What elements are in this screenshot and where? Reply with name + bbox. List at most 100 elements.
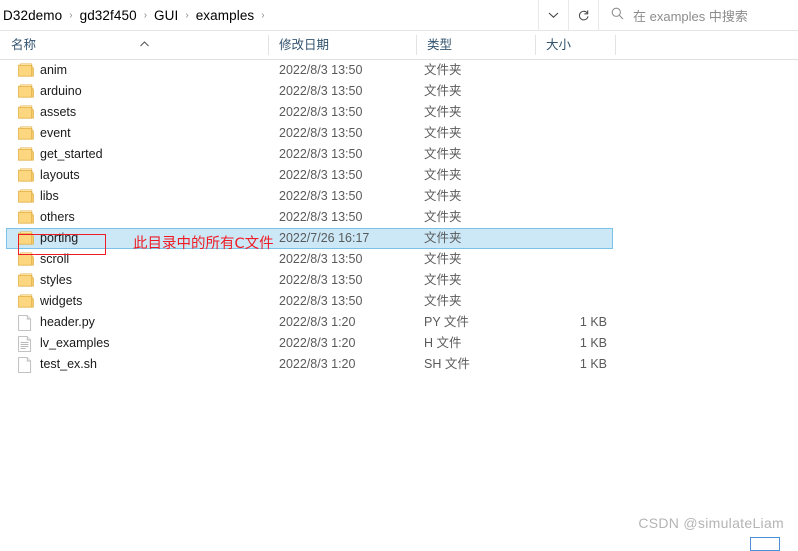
file-date-modified: 2022/8/3 13:50	[279, 210, 363, 224]
file-date-modified: 2022/8/3 1:20	[279, 357, 356, 371]
file-date-modified: 2022/8/3 1:20	[279, 336, 356, 350]
file-name[interactable]: event	[18, 123, 71, 144]
file-size	[545, 186, 607, 207]
file-size	[545, 81, 607, 102]
breadcrumb-item-1[interactable]: gd32f450	[77, 6, 140, 25]
file-name[interactable]: scroll	[18, 249, 69, 270]
file-list[interactable]: anim 2022/8/3 13:50 文件夹 arduino 2022/8/3 13:…	[0, 60, 798, 400]
column-header-type[interactable]: 类型	[416, 31, 535, 59]
file-name[interactable]: lv_examples	[18, 333, 109, 354]
file-name[interactable]: porting	[18, 228, 78, 249]
file-name[interactable]: widgets	[18, 291, 82, 312]
file-name[interactable]: layouts	[18, 165, 80, 186]
file-name[interactable]: libs	[18, 186, 59, 207]
file-row[interactable]: assets 2022/8/3 13:50 文件夹	[0, 102, 798, 123]
file-row[interactable]: header.py 2022/8/3 1:20 PY 文件 1 KB	[0, 312, 798, 333]
breadcrumb-item-0[interactable]: D32demo	[0, 6, 65, 25]
file-size: 1 KB	[579, 315, 607, 329]
breadcrumb-separator-icon: ›	[143, 10, 148, 21]
file-date-modified: 2022/8/3 13:50	[279, 252, 363, 266]
file-row[interactable]: scroll 2022/8/3 13:50 文件夹	[0, 249, 798, 270]
file-type: H 文件	[424, 336, 462, 350]
file-type: 文件夹	[424, 252, 462, 266]
file-row[interactable]: anim 2022/8/3 13:50 文件夹	[0, 60, 798, 81]
refresh-icon	[577, 9, 590, 22]
file-size: 1 KB	[579, 357, 607, 371]
file-date-modified: 2022/8/3 13:50	[279, 294, 363, 308]
breadcrumb-separator-icon: ›	[185, 10, 189, 21]
refresh-button[interactable]	[569, 0, 599, 30]
sort-ascending-icon	[140, 36, 149, 47]
breadcrumb-item-3[interactable]: examples	[193, 6, 258, 25]
file-size	[545, 102, 607, 123]
file-type: 文件夹	[424, 63, 462, 77]
file-name[interactable]: test_ex.sh	[18, 354, 97, 375]
file-type: 文件夹	[424, 105, 462, 119]
file-type: 文件夹	[424, 273, 462, 287]
file-row[interactable]: test_ex.sh 2022/8/3 1:20 SH 文件 1 KB	[0, 354, 798, 375]
file-row[interactable]: styles 2022/8/3 13:50 文件夹	[0, 270, 798, 291]
file-date-modified: 2022/8/3 13:50	[279, 168, 363, 182]
file-date-modified: 2022/8/3 13:50	[279, 105, 363, 119]
address-bar: D32demo › gd32f450 › GUI › examples › 在 …	[0, 0, 798, 31]
file-row[interactable]: widgets 2022/8/3 13:50 文件夹	[0, 291, 798, 312]
file-size	[545, 270, 607, 291]
file-row[interactable]: others 2022/8/3 13:50 文件夹	[0, 207, 798, 228]
breadcrumb-separator-icon: ›	[261, 10, 265, 21]
file-row[interactable]: lv_examples 2022/8/3 1:20 H 文件 1 KB	[0, 333, 798, 354]
file-type: 文件夹	[424, 84, 462, 98]
file-size	[545, 123, 607, 144]
file-date-modified: 2022/8/3 13:50	[279, 63, 363, 77]
file-type: 文件夹	[424, 294, 462, 308]
file-row[interactable]: arduino 2022/8/3 13:50 文件夹	[0, 81, 798, 102]
file-name[interactable]: get_started	[18, 144, 103, 165]
file-name[interactable]: arduino	[18, 81, 82, 102]
corner-box-decoration	[750, 537, 780, 551]
file-size	[545, 249, 607, 270]
search-placeholder: 在 examples 中搜索	[633, 8, 748, 24]
file-date-modified: 2022/8/3 13:50	[279, 126, 363, 140]
file-type: 文件夹	[424, 168, 462, 182]
file-type: 文件夹	[424, 231, 462, 245]
search-icon	[611, 7, 624, 23]
file-row[interactable]: get_started 2022/8/3 13:50 文件夹	[0, 144, 798, 165]
address-dropdown-button[interactable]	[539, 0, 569, 30]
file-name[interactable]: styles	[18, 270, 72, 291]
column-header-row: 名称 修改日期 类型 大小	[0, 31, 798, 60]
file-size	[545, 228, 607, 249]
breadcrumb[interactable]: D32demo › gd32f450 › GUI › examples ›	[0, 0, 539, 30]
file-size: 1 KB	[579, 336, 607, 350]
watermark-text: CSDN @simulateLiam	[638, 515, 784, 531]
file-row[interactable]: porting 2022/7/26 16:17 文件夹	[0, 228, 798, 249]
file-row[interactable]: event 2022/8/3 13:50 文件夹	[0, 123, 798, 144]
file-date-modified: 2022/8/3 13:50	[279, 84, 363, 98]
column-divider[interactable]	[615, 35, 616, 55]
column-header-date-modified[interactable]: 修改日期	[268, 31, 416, 59]
file-date-modified: 2022/7/26 16:17	[279, 231, 370, 245]
file-name[interactable]: assets	[18, 102, 76, 123]
file-size	[545, 144, 607, 165]
file-type: SH 文件	[424, 357, 470, 371]
file-name[interactable]: others	[18, 207, 75, 228]
file-date-modified: 2022/8/3 13:50	[279, 147, 363, 161]
breadcrumb-item-2[interactable]: GUI	[151, 6, 181, 25]
file-size	[545, 207, 607, 228]
chevron-down-icon	[548, 11, 559, 19]
file-date-modified: 2022/8/3 13:50	[279, 273, 363, 287]
file-date-modified: 2022/8/3 13:50	[279, 189, 363, 203]
file-size	[545, 165, 607, 186]
file-date-modified: 2022/8/3 1:20	[279, 315, 356, 329]
file-row[interactable]: layouts 2022/8/3 13:50 文件夹	[0, 165, 798, 186]
file-type: 文件夹	[424, 147, 462, 161]
file-type: 文件夹	[424, 189, 462, 203]
file-row[interactable]: libs 2022/8/3 13:50 文件夹	[0, 186, 798, 207]
column-header-size[interactable]: 大小	[535, 31, 615, 59]
file-name[interactable]: anim	[18, 60, 67, 81]
file-type: 文件夹	[424, 210, 462, 224]
file-name[interactable]: header.py	[18, 312, 95, 333]
search-input[interactable]: 在 examples 中搜索	[599, 0, 798, 30]
annotation-text: 此目录中的所有C文件	[133, 236, 274, 252]
column-header-name[interactable]: 名称	[0, 31, 268, 59]
file-size	[545, 291, 607, 312]
file-type: PY 文件	[424, 315, 469, 329]
